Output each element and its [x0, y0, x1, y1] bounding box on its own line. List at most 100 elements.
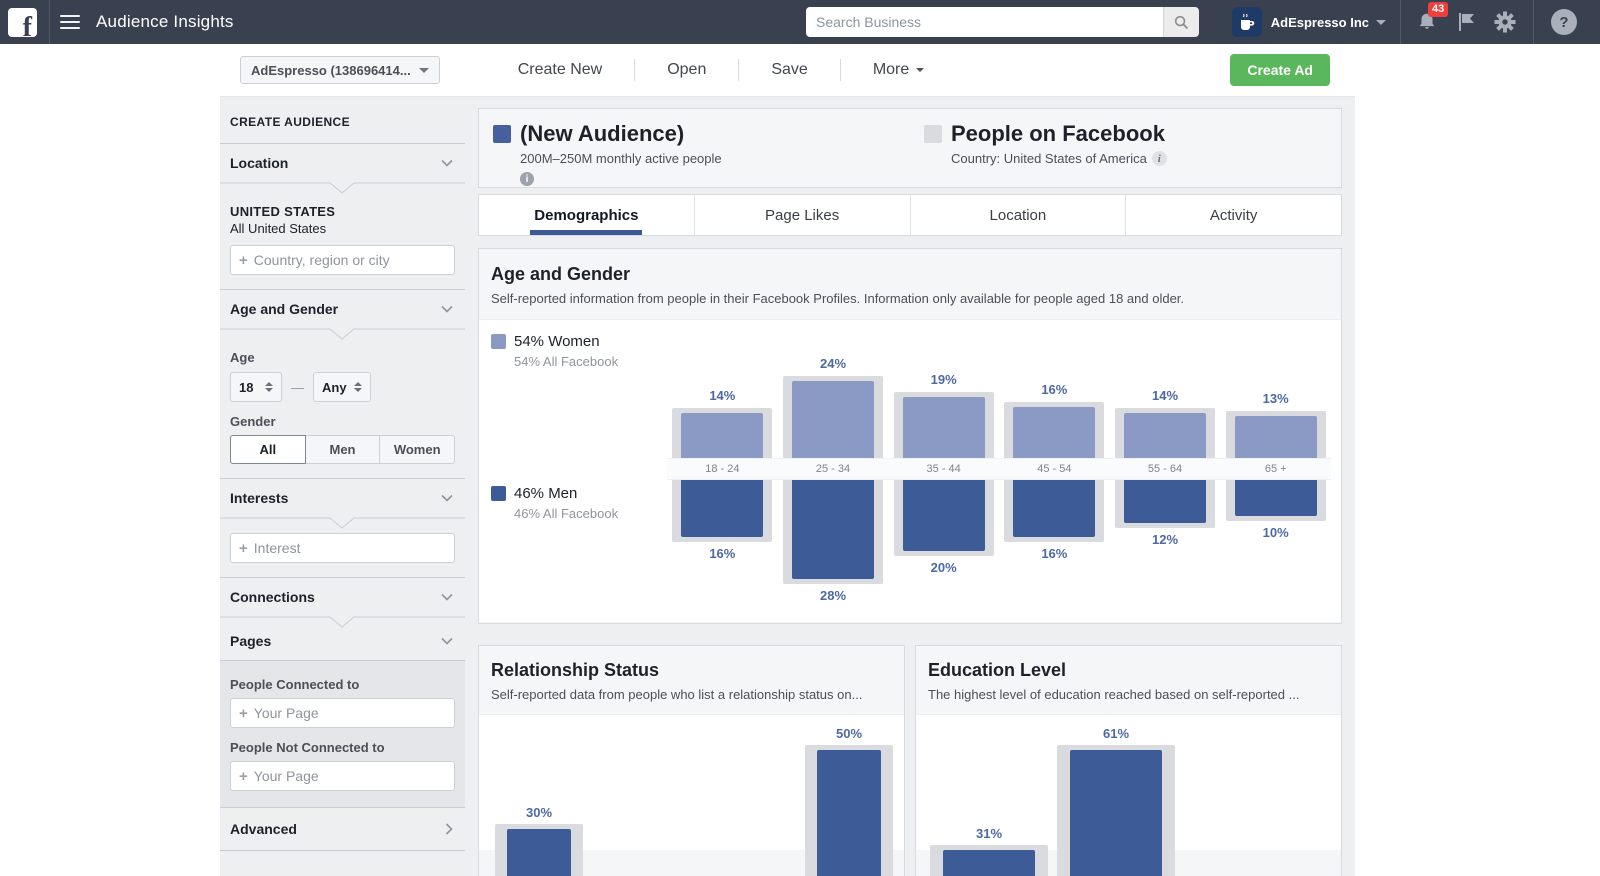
relationship-chart: 30% 50% [479, 715, 904, 850]
age-gender-bar-group: 14%55 - 6412% [1110, 320, 1221, 622]
insights-content: (New Audience) 200M–250M monthly active … [478, 108, 1342, 876]
chevron-right-icon [445, 823, 453, 835]
navbar-divider [49, 0, 50, 44]
section-header-connections[interactable]: Connections [220, 578, 465, 616]
audience-summary-card: (New Audience) 200M–250M monthly active … [478, 108, 1342, 188]
audience-title: (New Audience) [520, 121, 684, 147]
audience-color-square [493, 125, 511, 143]
women-bar-value: 24% [778, 356, 889, 371]
card-title: Education Level [928, 660, 1329, 681]
women-bar[interactable] [1013, 407, 1095, 458]
bar-value: 30% [499, 805, 579, 820]
toolbar-menu: Create New Open Save More [486, 59, 957, 81]
notification-badge: 43 [1428, 2, 1448, 17]
advanced-section-button[interactable]: Advanced [220, 808, 465, 851]
age-min-select[interactable]: 18 [230, 372, 282, 402]
card-subtitle: Self-reported information from people in… [491, 291, 1329, 306]
section-label: Connections [230, 589, 315, 605]
legend-men: 46% Men 46% All Facebook [491, 485, 666, 521]
section-header-interests[interactable]: Interests [220, 479, 465, 517]
plus-icon: + [239, 540, 248, 557]
hamburger-menu-icon[interactable] [60, 15, 80, 29]
card-title: Relationship Status [491, 660, 892, 681]
section-header-pages[interactable]: Pages [220, 628, 465, 660]
app-body: CREATE AUDIENCE Location UNITED STATES A… [220, 97, 1355, 876]
account-switcher[interactable]: AdEspresso Inc [1271, 15, 1386, 30]
men-bar-value: 16% [667, 546, 778, 561]
account-avatar[interactable] [1232, 7, 1262, 37]
value-bar[interactable] [1070, 750, 1162, 876]
gender-option-women[interactable]: Women [380, 435, 455, 464]
info-icon[interactable]: i [1152, 151, 1167, 166]
audience-toolbar: AdEspresso (138696414... Create New Open… [220, 44, 1355, 97]
section-header-age-gender[interactable]: Age and Gender [220, 290, 465, 328]
women-bar-value: 19% [888, 372, 999, 387]
create-new-button[interactable]: Create New [486, 61, 634, 79]
search-input[interactable] [806, 7, 1163, 37]
section-notch-divider [220, 616, 465, 628]
age-max-select[interactable]: Any [313, 372, 371, 402]
section-label: Interests [230, 490, 288, 506]
facebook-logo-icon[interactable]: f [8, 8, 37, 37]
more-label: More [873, 61, 909, 79]
save-button[interactable]: Save [739, 61, 839, 79]
women-bar[interactable] [1235, 416, 1317, 458]
account-name: AdEspresso Inc [1271, 15, 1369, 30]
gender-option-all[interactable]: All [230, 435, 306, 464]
search-button[interactable] [1163, 7, 1199, 37]
section-header-location[interactable]: Location [220, 144, 465, 182]
tab-demographics[interactable]: Demographics [479, 195, 694, 235]
value-bar[interactable] [507, 829, 571, 876]
men-bar[interactable] [903, 480, 985, 551]
age-gender-card: Age and Gender Self-reported information… [478, 248, 1342, 624]
not-connected-page-input[interactable] [254, 768, 446, 784]
legend-women: 54% Women 54% All Facebook [491, 333, 666, 369]
more-menu-button[interactable]: More [841, 61, 956, 79]
education-chart: 31%61% [916, 715, 1341, 850]
info-icon[interactable]: i [520, 172, 534, 186]
bar-value: 50% [809, 726, 889, 741]
interest-input[interactable] [254, 540, 446, 556]
women-bar[interactable] [681, 413, 763, 458]
section-label: Age and Gender [230, 301, 338, 317]
men-bar[interactable] [1013, 480, 1095, 537]
women-bar-value: 14% [1110, 388, 1221, 403]
open-button[interactable]: Open [635, 61, 738, 79]
men-bar[interactable] [1235, 480, 1317, 516]
audience-insights-screen: f Audience Insights AdEspresso Inc 43 [0, 0, 1600, 876]
education-level-card: Education Level The highest level of edu… [915, 645, 1342, 876]
chevron-down-icon [419, 68, 429, 73]
tab-location[interactable]: Location [910, 195, 1126, 235]
women-bar[interactable] [1124, 413, 1206, 458]
connected-page-input[interactable] [254, 705, 446, 721]
benchmark-country: Country: United States of America i [951, 151, 1327, 166]
location-input[interactable] [254, 252, 446, 268]
age-min-value: 18 [239, 380, 253, 395]
women-bar[interactable] [903, 397, 985, 458]
men-bar[interactable] [1124, 480, 1206, 523]
notifications-button[interactable]: 43 [1416, 11, 1438, 33]
men-bar[interactable] [792, 480, 874, 579]
value-bar[interactable] [943, 850, 1035, 876]
age-gender-card-header: Age and Gender Self-reported information… [479, 249, 1341, 320]
age-label: Age [230, 350, 455, 365]
men-bar[interactable] [681, 480, 763, 537]
settings-button[interactable] [1494, 11, 1516, 33]
men-benchmark-label: 46% All Facebook [514, 506, 666, 521]
women-bar[interactable] [792, 381, 874, 458]
age-gender-bar-group: 19%35 - 4420% [888, 320, 999, 622]
search-icon [1174, 15, 1189, 30]
tab-page-likes[interactable]: Page Likes [694, 195, 910, 235]
gender-option-men[interactable]: Men [306, 435, 381, 464]
chevron-down-icon [441, 305, 453, 313]
help-button[interactable]: ? [1551, 9, 1577, 35]
relationship-status-card: Relationship Status Self-reported data f… [478, 645, 905, 876]
create-ad-button[interactable]: Create Ad [1230, 54, 1330, 86]
saved-audience-dropdown[interactable]: AdEspresso (138696414... [240, 56, 440, 84]
pages-feed-button[interactable] [1456, 11, 1476, 33]
value-bar[interactable] [817, 750, 881, 876]
gender-segmented-control: All Men Women [230, 435, 455, 464]
tab-activity[interactable]: Activity [1125, 195, 1341, 235]
age-axis-label: 35 - 44 [888, 458, 999, 480]
women-bar-value: 13% [1220, 391, 1331, 406]
